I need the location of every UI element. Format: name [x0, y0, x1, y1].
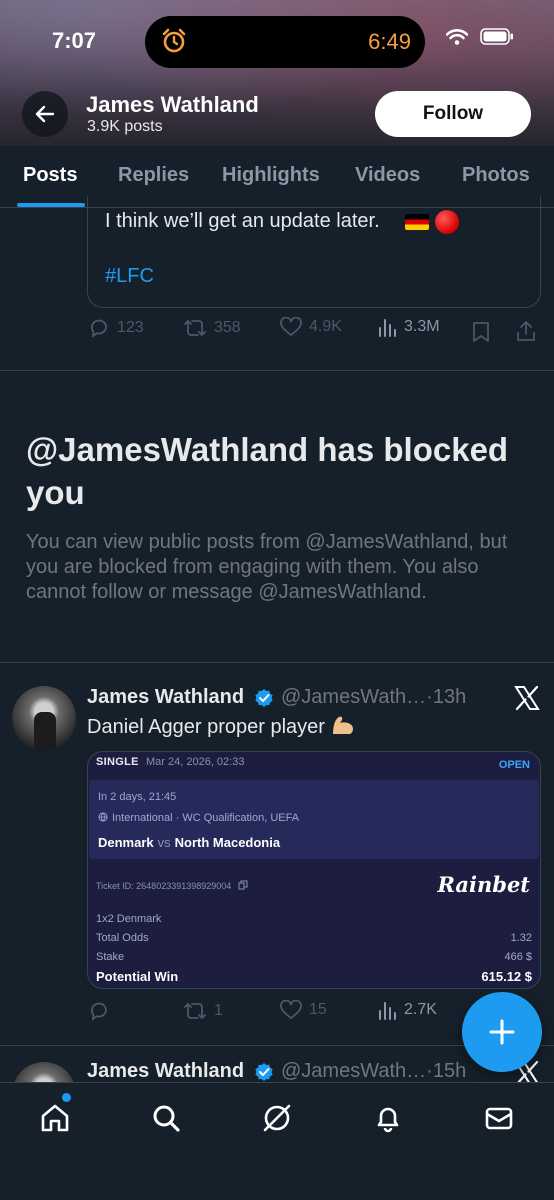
x-logo-icon: [514, 685, 540, 711]
header-post-count: 3.9K posts: [87, 118, 163, 135]
repost-count: 1: [214, 1002, 223, 1019]
match-competition: International · WC Qualification, UEFA: [98, 812, 299, 824]
reply-count: 123: [117, 319, 144, 336]
flexed-biceps-icon: [333, 716, 354, 734]
views-count: 3.3M: [404, 318, 440, 335]
search-icon: [153, 1105, 180, 1132]
tweet1-actions: 123 358 4.9K 3.3M: [0, 317, 554, 347]
bottom-navigation: [0, 1082, 554, 1200]
compose-button[interactable]: [462, 992, 542, 1072]
globe-icon: [98, 812, 108, 822]
hashtag-link[interactable]: #LFC: [105, 265, 154, 288]
repost-icon: [184, 1002, 206, 1020]
tweet-author-name[interactable]: James Wathland: [87, 1060, 244, 1082]
views-count: 2.7K: [404, 1001, 437, 1018]
divider: [0, 662, 554, 663]
alarm-time: 6:49: [368, 29, 411, 54]
stake-row: Stake 466 $: [96, 951, 532, 963]
home-notification-dot: [62, 1093, 71, 1102]
repost-button[interactable]: 1: [183, 1000, 223, 1022]
views-button[interactable]: 2.7K: [377, 1000, 437, 1020]
tab-highlights[interactable]: Highlights: [222, 164, 320, 187]
heart-icon: [280, 1000, 302, 1020]
repost-count: 358: [214, 319, 241, 336]
like-button[interactable]: 15: [280, 1000, 327, 1020]
match-teams: Denmark vs North Macedonia: [98, 835, 281, 850]
divider: [0, 370, 554, 371]
ticket-id: Ticket ID: 2648023391398929004: [96, 880, 248, 891]
copy-icon: [238, 880, 248, 890]
alarm-icon: [162, 28, 186, 53]
germany-flag-icon: [405, 214, 429, 230]
verified-badge-icon: [255, 1063, 273, 1081]
views-icon: [379, 1002, 396, 1020]
arrow-left-icon: [35, 105, 55, 123]
share-icon[interactable]: [515, 320, 537, 342]
quoted-post-text: I think we’ll get an update later.: [105, 210, 380, 232]
follow-button[interactable]: Follow: [375, 91, 531, 137]
bet-type: SINGLE: [96, 756, 139, 768]
reply-button[interactable]: 123: [88, 317, 144, 339]
bell-icon: [377, 1107, 399, 1133]
blocked-title: @JamesWathland has blocked you: [26, 431, 509, 511]
home-icon: [41, 1104, 69, 1132]
battery-icon: [480, 28, 513, 45]
blocked-description: You can view public posts from @JamesWat…: [26, 531, 508, 603]
total-odds-row: Total Odds 1.32: [96, 932, 532, 944]
tab-replies[interactable]: Replies: [118, 164, 189, 187]
like-count: 15: [309, 1001, 327, 1018]
bet-status: OPEN: [498, 759, 530, 771]
tweet-author-name[interactable]: James Wathland: [87, 686, 244, 709]
reply-icon: [91, 1002, 107, 1021]
match-time: In 2 days, 21:45: [98, 791, 177, 803]
mail-icon: [485, 1107, 513, 1130]
avatar[interactable]: [12, 686, 76, 750]
repost-button[interactable]: 358: [183, 317, 241, 339]
nav-messages[interactable]: [482, 1101, 516, 1135]
back-button[interactable]: [22, 91, 68, 137]
match-box: In 2 days, 21:45 International · WC Qual…: [89, 780, 539, 859]
active-tab-indicator: [17, 203, 85, 207]
nav-home[interactable]: [38, 1101, 72, 1135]
tweet-author-handle[interactable]: @JamesWath…·15h: [281, 1060, 466, 1082]
header-name: James Wathland: [86, 92, 259, 117]
reply-icon: [91, 319, 107, 338]
status-time: 7:07: [52, 28, 97, 53]
views-icon: [379, 319, 396, 337]
like-count: 4.9K: [309, 318, 342, 335]
bet-slip-image[interactable]: SINGLE Mar 24, 2026, 02:33 OPEN In 2 day…: [87, 751, 541, 989]
grok-icon: [263, 1104, 291, 1132]
tweet-author-handle[interactable]: @JamesWath…·13h: [281, 686, 466, 709]
rainbet-logo: Rainbet: [437, 872, 530, 897]
dynamic-island: 6:49: [145, 16, 425, 68]
bet-market-row: 1x2 Denmark: [96, 913, 162, 925]
heart-icon: [280, 317, 302, 337]
tab-posts[interactable]: Posts: [23, 164, 77, 187]
tab-videos[interactable]: Videos: [355, 164, 420, 187]
repost-icon: [184, 319, 206, 337]
tab-photos[interactable]: Photos: [462, 164, 530, 187]
potential-win-row: Potential Win 615.12 $: [96, 969, 532, 984]
like-button[interactable]: 4.9K: [280, 317, 342, 337]
views-button[interactable]: 3.3M: [377, 317, 440, 337]
avatar[interactable]: [12, 1062, 76, 1082]
red-circle-icon: [435, 210, 459, 234]
tweet-text: Daniel Agger proper player: [87, 714, 356, 739]
verified-badge-icon: [255, 689, 273, 707]
reply-button[interactable]: [88, 1000, 110, 1022]
status-icons: [446, 28, 514, 45]
nav-search[interactable]: [149, 1101, 183, 1135]
nav-grok[interactable]: [260, 1101, 294, 1135]
plus-icon: [489, 1019, 515, 1045]
nav-notifications[interactable]: [371, 1101, 405, 1135]
bet-date: Mar 24, 2026, 02:33: [146, 756, 245, 768]
emoji-group: [405, 210, 459, 234]
wifi-icon: [446, 28, 468, 45]
bookmark-icon[interactable]: [472, 321, 490, 343]
